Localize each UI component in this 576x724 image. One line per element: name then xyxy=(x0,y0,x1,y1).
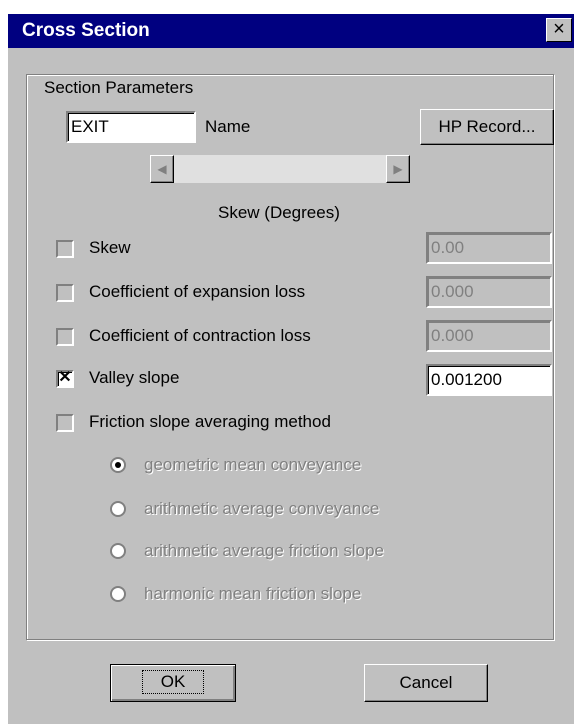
method-label-harmonic: harmonic mean friction slope xyxy=(144,584,362,603)
scroll-right-icon[interactable]: ▶ xyxy=(386,155,410,183)
radio-geometric-mean[interactable] xyxy=(110,457,126,473)
skew-caption: Skew (Degrees) xyxy=(218,203,340,222)
radio-selected-dot xyxy=(115,462,121,468)
contraction-loss-field[interactable]: 0.000 xyxy=(426,320,552,352)
cross-section-dialog: Cross Section × Section Parameters EXIT … xyxy=(0,0,576,724)
valley-slope-label: Valley slope xyxy=(89,368,180,387)
hp-record-button[interactable]: HP Record... xyxy=(420,109,554,145)
valley-slope-field[interactable]: 0.001200 xyxy=(426,364,552,396)
radio-harmonic-mean[interactable] xyxy=(110,586,126,602)
friction-slope-checkbox[interactable] xyxy=(56,414,74,432)
expansion-loss-checkbox[interactable] xyxy=(56,284,74,302)
contraction-loss-label: Coefficient of contraction loss xyxy=(89,326,311,345)
valley-slope-checkbox[interactable]: ✕ xyxy=(56,369,74,388)
title-bar: Cross Section × xyxy=(8,14,574,48)
friction-slope-label: Friction slope averaging method xyxy=(89,412,331,431)
method-label-geometric: geometric mean conveyance xyxy=(144,455,362,474)
group-label: Section Parameters xyxy=(44,78,194,97)
radio-arithmetic-friction[interactable] xyxy=(110,543,126,559)
method-label-arith-conveyance: arithmetic average conveyance xyxy=(144,499,380,518)
name-label: Name xyxy=(205,117,251,136)
skew-label: Skew xyxy=(89,238,131,257)
method-label-arith-friction: arithmetic average friction slope xyxy=(144,541,385,560)
close-icon[interactable]: × xyxy=(546,18,572,42)
window-title: Cross Section xyxy=(22,20,150,41)
name-input[interactable]: EXIT xyxy=(66,111,196,143)
skew-scrollbar[interactable]: ◀ ▶ xyxy=(150,155,410,183)
skew-field[interactable]: 0.00 xyxy=(426,232,552,264)
scroll-left-icon[interactable]: ◀ xyxy=(150,155,174,183)
skew-checkbox[interactable] xyxy=(56,240,74,258)
expansion-loss-label: Coefficient of expansion loss xyxy=(89,282,306,301)
contraction-loss-checkbox[interactable] xyxy=(56,328,74,346)
cancel-button[interactable]: Cancel xyxy=(364,664,488,702)
expansion-loss-field[interactable]: 0.000 xyxy=(426,276,552,308)
checkmark-icon: ✕ xyxy=(58,369,72,386)
ok-label: OK xyxy=(141,670,205,694)
radio-arithmetic-conveyance[interactable] xyxy=(110,501,126,517)
ok-button[interactable]: OK xyxy=(110,664,236,702)
